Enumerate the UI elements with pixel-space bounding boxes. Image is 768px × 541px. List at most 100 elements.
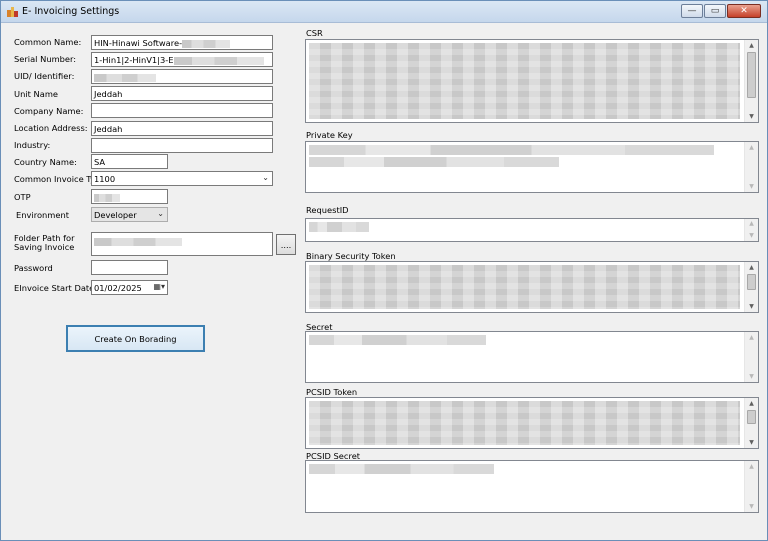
industry-label: Industry: (14, 140, 51, 150)
scroll-thumb[interactable] (747, 274, 756, 290)
scroll-down-icon[interactable]: ▼ (745, 111, 758, 122)
private-key-textarea[interactable]: ▲ ▼ (305, 141, 759, 193)
redacted-text (94, 193, 120, 202)
pcsid-token-label: PCSID Token (306, 387, 358, 397)
country-name-label: Country Name: (14, 157, 77, 167)
pcsid-secret-scrollbar[interactable]: ▲ ▼ (744, 461, 758, 512)
company-name-label: Company Name: (14, 106, 84, 116)
client-area: Common Name: HIN-Hinawi Software- Serial… (5, 25, 763, 538)
country-name-value: SA (94, 157, 106, 167)
redacted-text (309, 222, 370, 232)
industry-input[interactable] (91, 138, 273, 153)
location-address-input[interactable]: Jeddah (91, 121, 273, 136)
binary-token-textarea[interactable]: ▲ ▼ (305, 261, 759, 313)
unit-name-value: Jeddah (94, 89, 123, 99)
redacted-text (309, 145, 715, 155)
location-address-label: Location Address: (14, 123, 88, 133)
app-icon (7, 7, 18, 17)
scroll-up-icon[interactable]: ▲ (745, 262, 758, 273)
scroll-up-icon[interactable]: ▲ (745, 398, 758, 409)
calendar-icon[interactable]: ▦▾ (153, 282, 165, 291)
uid-label: UID/ Identifier: (14, 71, 75, 81)
invoice-type-value: 1100 (94, 174, 116, 184)
redacted-text (94, 73, 156, 82)
redacted-text (94, 237, 182, 246)
redacted-text (309, 157, 559, 167)
binary-token-scrollbar[interactable]: ▲ ▼ (744, 262, 758, 312)
close-button[interactable]: ✕ (727, 4, 761, 18)
private-key-label: Private Key (306, 130, 353, 140)
csr-label: CSR (306, 28, 323, 38)
minimize-button[interactable]: — (681, 4, 703, 18)
start-date-picker[interactable]: 01/02/2025 ▦▾ (91, 280, 168, 295)
scroll-up-icon[interactable]: ▲ (745, 40, 758, 51)
scroll-down-icon[interactable]: ▼ (745, 181, 758, 192)
scroll-down-icon[interactable]: ▼ (745, 301, 758, 312)
password-input[interactable] (91, 260, 168, 275)
scroll-up-icon[interactable]: ▲ (745, 219, 758, 229)
maximize-button[interactable]: ▭ (704, 4, 726, 18)
scroll-thumb[interactable] (747, 410, 756, 424)
window: E- Invoicing Settings — ▭ ✕ Common Name:… (0, 0, 768, 541)
folder-path-label-line2: Saving Invoice (14, 242, 75, 252)
scroll-down-icon[interactable]: ▼ (745, 371, 758, 382)
redacted-text (309, 464, 495, 474)
unit-name-input[interactable]: Jeddah (91, 86, 273, 101)
unit-name-label: Unit Name (14, 89, 59, 99)
chevron-down-icon: ⌄ (157, 209, 164, 218)
environment-value: Developer (94, 210, 137, 220)
request-id-label: RequestID (306, 205, 349, 215)
serial-number-value: 1-Hin1|2-HinV1|3-E (94, 55, 174, 65)
secret-textarea[interactable]: ▲ ▼ (305, 331, 759, 383)
start-date-label: EInvoice Start Date: (14, 283, 98, 293)
csr-scrollbar[interactable]: ▲ ▼ (744, 40, 758, 122)
start-date-value: 01/02/2025 (94, 283, 142, 293)
redacted-block (309, 43, 740, 119)
scroll-up-icon[interactable]: ▲ (745, 142, 758, 153)
pcsid-secret-textarea[interactable]: ▲ ▼ (305, 460, 759, 513)
private-key-scrollbar[interactable]: ▲ ▼ (744, 142, 758, 192)
common-name-label: Common Name: (14, 37, 82, 47)
pcsid-token-scrollbar[interactable]: ▲ ▼ (744, 398, 758, 448)
close-icon: ✕ (740, 6, 748, 16)
environment-select[interactable]: Developer ⌄ (91, 207, 168, 222)
scroll-up-icon[interactable]: ▲ (745, 332, 758, 343)
otp-label: OTP (14, 192, 31, 202)
location-address-value: Jeddah (94, 124, 123, 134)
redacted-text (309, 335, 486, 345)
serial-number-input[interactable]: 1-Hin1|2-HinV1|3-E (91, 52, 273, 67)
maximize-icon: ▭ (710, 6, 720, 16)
environment-label: Environment (16, 210, 69, 220)
country-name-input[interactable]: SA (91, 154, 168, 169)
company-name-input[interactable] (91, 103, 273, 118)
scroll-thumb[interactable] (747, 52, 756, 98)
folder-path-input[interactable] (91, 232, 273, 256)
request-id-scrollbar[interactable]: ▲ ▼ (744, 219, 758, 241)
minimize-icon: — (687, 6, 697, 16)
chevron-down-icon: ⌄ (262, 173, 269, 182)
binary-token-label: Binary Security Token (306, 251, 396, 261)
browse-folder-button[interactable]: .... (276, 234, 296, 255)
secret-scrollbar[interactable]: ▲ ▼ (744, 332, 758, 382)
scroll-up-icon[interactable]: ▲ (745, 461, 758, 472)
title-bar[interactable]: E- Invoicing Settings — ▭ ✕ (1, 1, 767, 23)
redacted-text (173, 56, 264, 65)
common-name-input[interactable]: HIN-Hinawi Software- (91, 35, 273, 50)
common-name-value: HIN-Hinawi Software- (94, 38, 183, 48)
invoice-type-select[interactable]: 1100 ⌄ (91, 171, 273, 186)
serial-number-label: Serial Number: (14, 54, 77, 64)
redacted-block (309, 265, 740, 309)
scroll-down-icon[interactable]: ▼ (745, 231, 758, 241)
request-id-textarea[interactable]: ▲ ▼ (305, 218, 759, 242)
window-title: E- Invoicing Settings (22, 6, 120, 17)
otp-input[interactable] (91, 189, 168, 204)
redacted-text (182, 39, 231, 48)
uid-input[interactable] (91, 69, 273, 84)
scroll-down-icon[interactable]: ▼ (745, 501, 758, 512)
password-label: Password (14, 263, 53, 273)
redacted-block (309, 401, 740, 445)
pcsid-token-textarea[interactable]: ▲ ▼ (305, 397, 759, 449)
csr-textarea[interactable]: ▲ ▼ (305, 39, 759, 123)
create-onboarding-button[interactable]: Create On Borading (66, 325, 205, 352)
scroll-down-icon[interactable]: ▼ (745, 437, 758, 448)
